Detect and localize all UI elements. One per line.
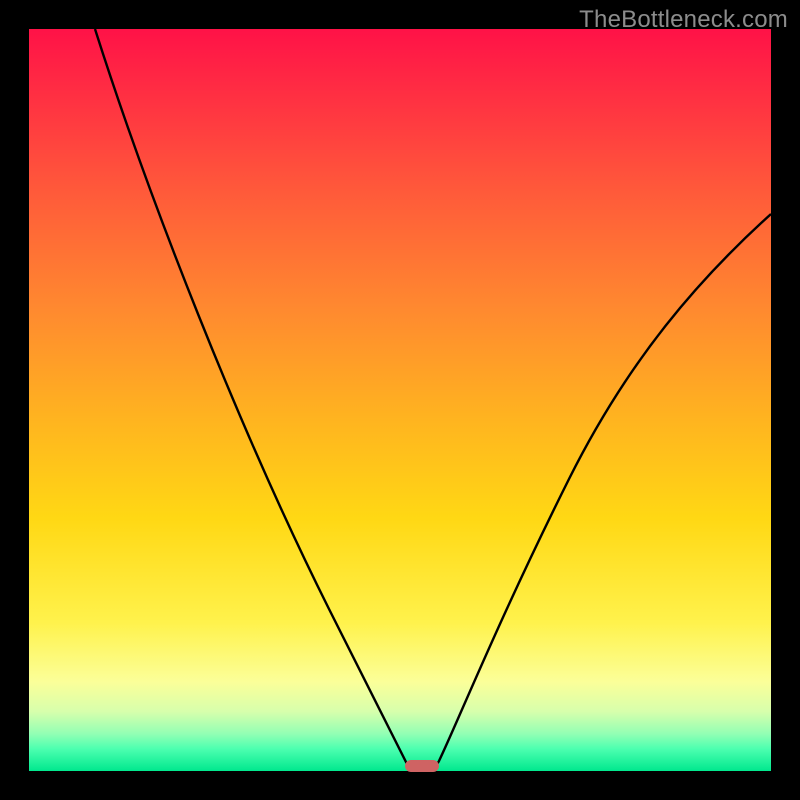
watermark-text: TheBottleneck.com <box>579 6 788 34</box>
bottleneck-curves <box>29 29 771 771</box>
left-curve <box>95 29 412 771</box>
chart-frame: TheBottleneck.com <box>0 0 800 800</box>
bottleneck-marker <box>405 760 439 772</box>
right-curve <box>433 214 771 771</box>
plot-area <box>29 29 771 771</box>
